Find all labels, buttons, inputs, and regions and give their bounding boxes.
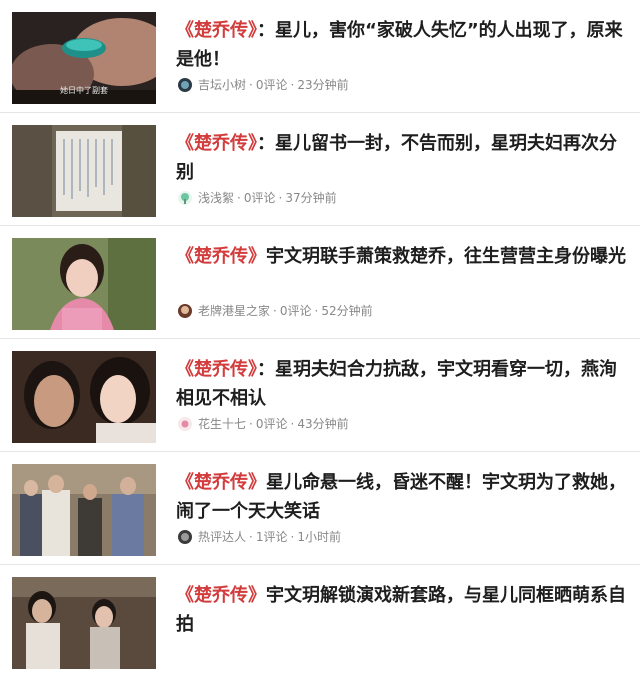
comment-count[interactable]: 0评论 — [280, 304, 312, 318]
article-tag[interactable]: 《楚乔传》 — [176, 133, 257, 154]
comment-count[interactable]: 0评论 — [256, 417, 288, 431]
thumbnail-image — [12, 351, 156, 443]
list-item[interactable]: 《楚乔传》宇文玥解锁演戏新套路，与星儿同框晒萌系自拍 — [0, 565, 640, 678]
comment-count[interactable]: 0评论 — [256, 78, 288, 92]
author-avatar-icon — [178, 530, 192, 544]
article-tag[interactable]: 《楚乔传》 — [176, 359, 257, 380]
thumbnail-image — [12, 238, 156, 330]
author-name[interactable]: 浅浅絮 — [198, 191, 234, 205]
article-title[interactable]: 《楚乔传》宇文玥解锁演戏新套路，与星儿同框晒萌系自拍 — [176, 581, 628, 639]
article-meta: 热评达人 · 1评论 · 1小时前 — [178, 528, 341, 546]
article-tag[interactable]: 《楚乔传》 — [176, 585, 266, 606]
article-thumbnail[interactable]: 她日中了副套 — [12, 12, 156, 104]
comment-count[interactable]: 0评论 — [244, 191, 276, 205]
article-tag[interactable]: 《楚乔传》 — [176, 472, 266, 493]
author-name[interactable]: 热评达人 — [198, 530, 246, 544]
article-thumbnail[interactable] — [12, 238, 156, 330]
article-tag[interactable]: 《楚乔传》 — [176, 246, 266, 267]
article-title[interactable]: 《楚乔传》：星儿，害你“家破人失忆”的人出现了，原来是他！ — [176, 16, 628, 74]
article-meta: 花生十七 · 0评论 · 43分钟前 — [178, 415, 349, 433]
comment-count[interactable]: 1评论 — [256, 530, 288, 544]
list-item[interactable]: 《楚乔传》：星玥夫妇合力抗敌，宇文玥看穿一切，燕洵相见不相认 花生十七 · 0评论 ·… — [0, 339, 640, 452]
list-item[interactable]: 她日中了副套 《楚乔传》：星儿，害你“家破人失忆”的人出现了，原来是他！ 吉坛小… — [0, 0, 640, 113]
thumbnail-caption: 她日中了副套 — [60, 86, 108, 95]
author-avatar-icon — [178, 304, 192, 318]
article-thumbnail[interactable] — [12, 464, 156, 556]
thumbnail-image — [12, 464, 156, 556]
thumbnail-image — [12, 125, 156, 217]
article-meta: 浅浅絮 · 0评论 · 37分钟前 — [178, 189, 337, 207]
author-name[interactable]: 老牌港星之家 — [198, 304, 270, 318]
article-title[interactable]: 《楚乔传》：星儿留书一封，不告而别，星玥夫妇再次分别 — [176, 129, 628, 187]
article-thumbnail[interactable] — [12, 577, 156, 669]
article-title[interactable]: 《楚乔传》星儿命悬一线，昏迷不醒！宇文玥为了救她，闹了一个天大笑话 — [176, 468, 628, 526]
article-meta: 老牌港星之家 · 0评论 · 52分钟前 — [178, 302, 373, 320]
news-feed: 她日中了副套 《楚乔传》：星儿，害你“家破人失忆”的人出现了，原来是他！ 吉坛小… — [0, 0, 640, 669]
author-avatar-icon — [178, 417, 192, 431]
author-avatar-icon — [178, 191, 192, 205]
article-thumbnail[interactable] — [12, 351, 156, 443]
publish-time: 37分钟前 — [285, 191, 337, 205]
article-meta: 吉坛小树 · 0评论 · 23分钟前 — [178, 76, 349, 94]
list-item[interactable]: 《楚乔传》星儿命悬一线，昏迷不醒！宇文玥为了救她，闹了一个天大笑话 热评达人 · 1… — [0, 452, 640, 565]
publish-time: 1小时前 — [297, 530, 341, 544]
publish-time: 23分钟前 — [297, 78, 349, 92]
article-thumbnail[interactable] — [12, 125, 156, 217]
article-title[interactable]: 《楚乔传》宇文玥联手萧策救楚乔，往生营营主身份曝光 — [176, 242, 628, 271]
thumbnail-image — [12, 577, 156, 669]
publish-time: 43分钟前 — [297, 417, 349, 431]
publish-time: 52分钟前 — [321, 304, 373, 318]
list-item[interactable]: 《楚乔传》：星儿留书一封，不告而别，星玥夫妇再次分别 浅浅絮 · 0评论 · 37分钟前 — [0, 113, 640, 226]
article-tag[interactable]: 《楚乔传》 — [176, 20, 257, 41]
author-avatar-icon — [178, 78, 192, 92]
author-name[interactable]: 花生十七 — [198, 417, 246, 431]
list-item[interactable]: 《楚乔传》宇文玥联手萧策救楚乔，往生营营主身份曝光 老牌港星之家 · 0评论 · 52分… — [0, 226, 640, 339]
article-title[interactable]: 《楚乔传》：星玥夫妇合力抗敌，宇文玥看穿一切，燕洵相见不相认 — [176, 355, 628, 413]
author-name[interactable]: 吉坛小树 — [198, 78, 246, 92]
